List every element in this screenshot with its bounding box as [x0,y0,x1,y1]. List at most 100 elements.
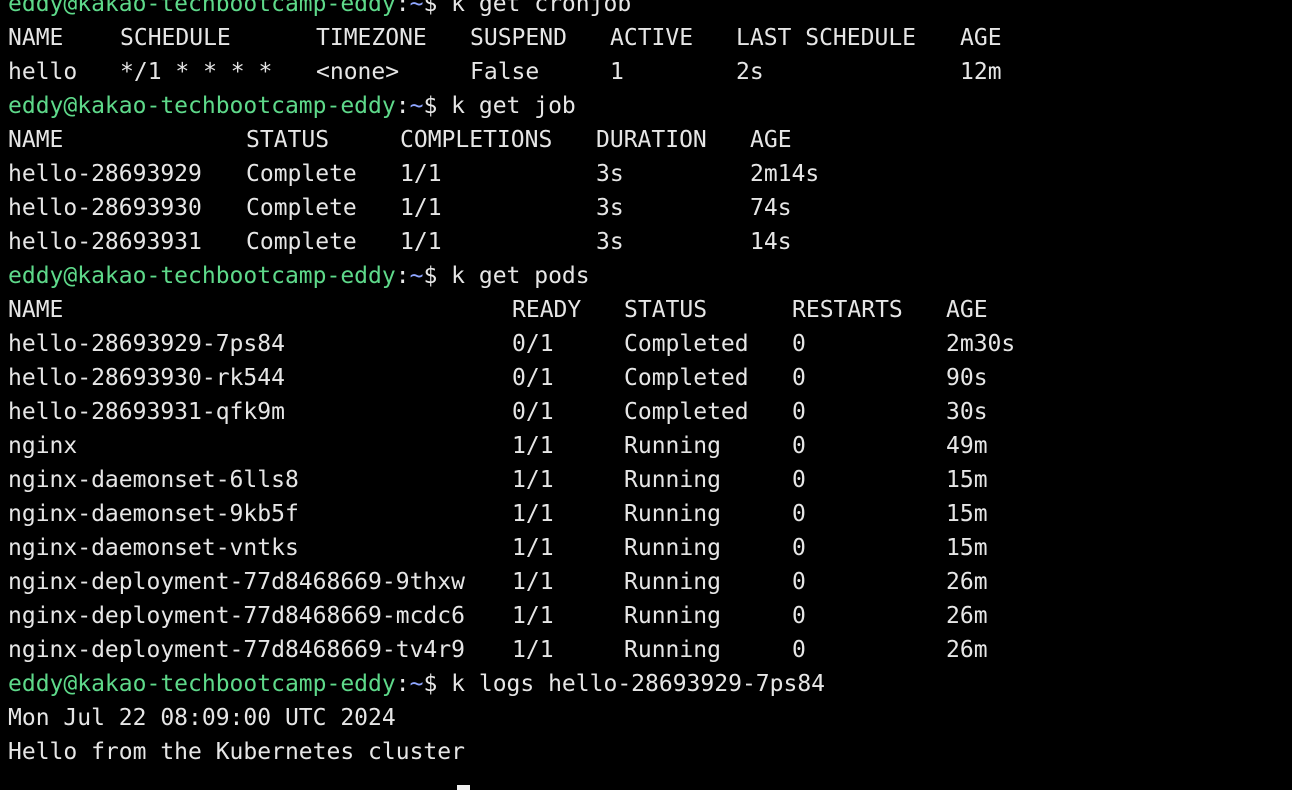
table-cell: Running [624,637,721,663]
table-cell: Running [624,467,721,493]
table-row: hello-28693930-rk544 0/1 Completed 0 90s [8,361,1292,395]
table-row: nginx-daemonset-6lls8 1/1 Running 0 15m [8,463,1292,497]
table-cell: Completed [624,365,749,391]
table-cell: nginx-daemonset-6lls8 [8,467,299,493]
table-cell: Completed [624,399,749,425]
table-cell: 2m30s [946,331,1016,357]
table-header-row: NAME READY STATUS RESTARTS AGE [8,293,1292,327]
column-header: AGE [750,127,792,153]
table-cell: 0 [792,331,806,357]
prompt-line: eddy@kakao-techbootcamp-eddy:~$ k logs h… [8,667,1292,701]
prompt-symbol: $ [423,263,452,289]
prompt-user-host: eddy@kakao-techbootcamp-eddy [8,263,396,289]
table-cell: 0 [792,467,806,493]
column-header: LAST SCHEDULE [736,25,917,51]
command-text: k get cronjob [451,0,632,17]
column-header: AGE [960,25,1002,51]
table-row: hello-28693929 Complete 1/1 3s 2m14s [8,157,1292,191]
table-row: hello */1 * * * * <none> False 1 2s 12m [8,55,1292,89]
prompt-separator: : [395,263,410,289]
text-cursor [457,785,470,790]
table-cell: 1/1 [512,637,554,663]
table-cell: 14s [750,229,792,255]
prompt-path: ~ [409,0,424,17]
table-cell: 1 [610,59,624,85]
column-header: RESTARTS [792,297,903,323]
table-cell: 1/1 [512,569,554,595]
prompt-symbol: $ [423,0,452,17]
column-header: NAME [8,297,64,323]
table-row: nginx-deployment-77d8468669-9thxw 1/1 Runn… [8,565,1292,599]
table-cell: nginx-deployment-77d8468669-mcdc6 [8,603,465,629]
prompt-path: ~ [409,671,424,697]
table-cell: 0 [792,569,806,595]
table-cell: 26m [946,637,988,663]
prompt-path: ~ [409,263,424,289]
prompt-line: eddy@kakao-techbootcamp-eddy:~$ k get jo… [8,89,1292,123]
log-output-line: Mon Jul 22 08:09:00 UTC 2024 [8,705,396,731]
table-cell: 0/1 [512,331,554,357]
table-cell: Complete [246,229,357,255]
table-cell: 0 [792,535,806,561]
table-row: nginx-daemonset-vntks 1/1 Running 0 15m [8,531,1292,565]
table-cell: 0/1 [512,399,554,425]
table-cell: 12m [960,59,1002,85]
prompt-user-host: eddy@kakao-techbootcamp-eddy [8,93,396,119]
table-row: nginx-daemonset-9kb5f 1/1 Running 0 15m [8,497,1292,531]
table-cell: 1/1 [512,603,554,629]
table-cell: 0 [792,399,806,425]
table-row: nginx-deployment-77d8468669-mcdc6 1/1 Runn… [8,599,1292,633]
table-cell: hello-28693929-7ps84 [8,331,285,357]
prompt-separator: : [395,671,410,697]
table-cell: 0 [792,603,806,629]
table-cell: Running [624,433,721,459]
table-cell: 26m [946,603,988,629]
table-cell: hello [8,59,78,85]
table-row: nginx-deployment-77d8468669-tv4r9 1/1 Runn… [8,633,1292,667]
table-cell: 1/1 [512,433,554,459]
table-cell: 30s [946,399,988,425]
table-cell: 1/1 [512,501,554,527]
table-cell: 2s [736,59,764,85]
table-cell: 2m14s [750,161,820,187]
terminal-output[interactable]: eddy@kakao-techbootcamp-eddy:~$ k get cr… [8,0,1292,769]
table-cell: Completed [624,331,749,357]
table-cell: False [470,59,540,85]
table-cell: 0 [792,433,806,459]
table-cell: 15m [946,467,988,493]
prompt-separator: : [395,0,410,17]
table-cell: 1/1 [512,467,554,493]
table-cell: 74s [750,195,792,221]
table-cell: Running [624,535,721,561]
column-header: AGE [946,297,988,323]
table-cell: nginx-daemonset-vntks [8,535,299,561]
log-output-line: Hello from the Kubernetes cluster [8,739,465,765]
column-header: STATUS [246,127,330,153]
table-cell: 3s [596,195,624,221]
table-cell: Running [624,569,721,595]
command-text: k get job [451,93,576,119]
table-row: hello-28693930 Complete 1/1 3s 74s [8,191,1292,225]
table-cell: 3s [596,161,624,187]
column-header: ACTIVE [610,25,694,51]
table-cell: 1/1 [400,195,442,221]
table-cell: */1 * * * * [120,59,273,85]
table-cell: 0 [792,365,806,391]
table-cell: hello-28693931-qfk9m [8,399,285,425]
table-row: hello-28693931 Complete 1/1 3s 14s [8,225,1292,259]
table-cell: 1/1 [400,229,442,255]
prompt-user-host: eddy@kakao-techbootcamp-eddy [8,0,396,17]
table-cell: Complete [246,161,357,187]
table-row: hello-28693931-qfk9m 0/1 Completed 0 30s [8,395,1292,429]
table-cell: 1/1 [400,161,442,187]
column-header: SCHEDULE [120,25,231,51]
column-header: NAME [8,127,64,153]
table-cell: <none> [316,59,400,85]
command-text: k logs hello-28693929-7ps84 [451,671,826,697]
table-row: nginx 1/1 Running 0 49m [8,429,1292,463]
table-cell: 15m [946,535,988,561]
table-cell: hello-28693929 [8,161,202,187]
prompt-symbol: $ [423,93,452,119]
table-cell: nginx-deployment-77d8468669-tv4r9 [8,637,465,663]
prompt-user-host: eddy@kakao-techbootcamp-eddy [8,671,396,697]
